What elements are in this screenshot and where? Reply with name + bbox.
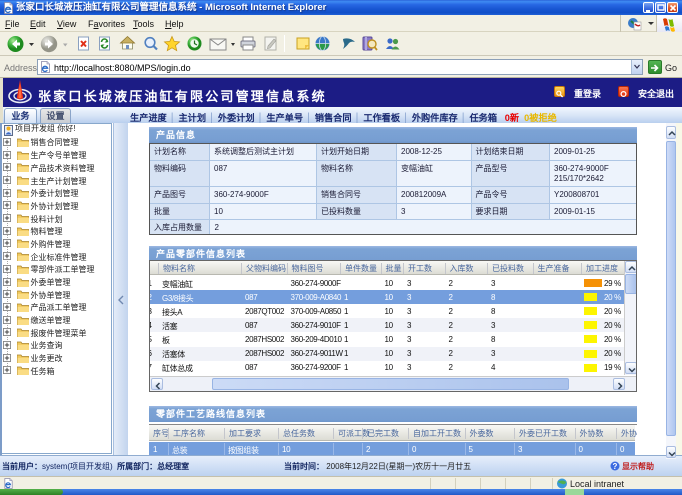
svg-text:?: ? bbox=[613, 462, 618, 471]
